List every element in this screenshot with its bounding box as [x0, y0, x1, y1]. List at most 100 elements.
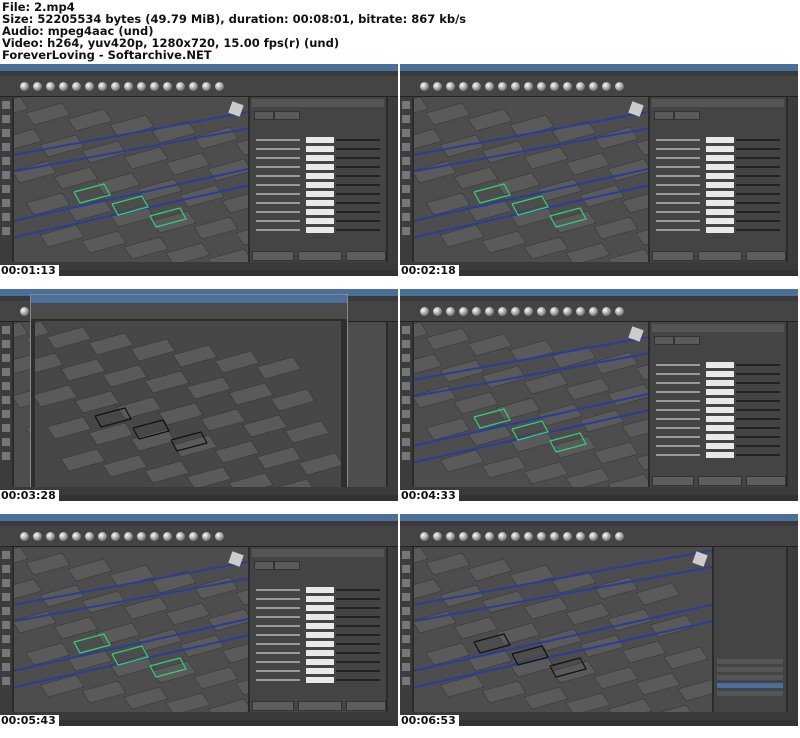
attribute-slider[interactable]: [336, 652, 380, 654]
shader-ball-icon[interactable]: [576, 307, 585, 316]
attribute-field[interactable]: [306, 605, 334, 611]
tool-icon[interactable]: [402, 143, 410, 151]
attribute-slider[interactable]: [736, 436, 780, 438]
shader-ball-icon[interactable]: [59, 532, 68, 541]
attribute-row[interactable]: [256, 155, 380, 161]
attribute-field[interactable]: [706, 173, 734, 179]
attribute-field[interactable]: [306, 227, 334, 233]
attribute-row[interactable]: [256, 623, 380, 629]
layer-row[interactable]: [717, 691, 783, 696]
attribute-slider[interactable]: [736, 382, 780, 384]
attribute-row[interactable]: [656, 164, 780, 170]
shader-ball-icon[interactable]: [550, 82, 559, 91]
attribute-editor-button[interactable]: [698, 476, 742, 486]
attribute-slider[interactable]: [336, 661, 380, 663]
attribute-slider[interactable]: [736, 220, 780, 222]
attribute-editor-button[interactable]: [252, 701, 294, 711]
attribute-slider[interactable]: [736, 202, 780, 204]
attribute-field[interactable]: [306, 155, 334, 161]
shader-ball-icon[interactable]: [472, 82, 481, 91]
shelf-toolbar[interactable]: [400, 301, 798, 322]
attribute-row[interactable]: [656, 218, 780, 224]
attribute-slider[interactable]: [336, 643, 380, 645]
side-tab-strip[interactable]: [788, 547, 798, 712]
attribute-slider[interactable]: [336, 139, 380, 141]
attribute-row[interactable]: [256, 137, 380, 143]
shader-ball-icon[interactable]: [163, 532, 172, 541]
attribute-field[interactable]: [706, 434, 734, 440]
attribute-slider[interactable]: [336, 148, 380, 150]
attribute-field[interactable]: [306, 137, 334, 143]
tool-icon[interactable]: [2, 227, 10, 235]
attribute-field[interactable]: [706, 218, 734, 224]
render-view-toolbar[interactable]: [31, 303, 347, 319]
attribute-row[interactable]: [656, 389, 780, 395]
tool-icon[interactable]: [402, 340, 410, 348]
time-slider[interactable]: [0, 487, 398, 495]
attribute-field[interactable]: [306, 614, 334, 620]
tool-icon[interactable]: [402, 157, 410, 165]
shader-ball-icon[interactable]: [98, 82, 107, 91]
tool-icon[interactable]: [2, 635, 10, 643]
layer-row[interactable]: [717, 667, 783, 672]
attribute-slider[interactable]: [336, 616, 380, 618]
shader-ball-icon[interactable]: [176, 532, 185, 541]
attribute-row[interactable]: [256, 668, 380, 674]
viewport-panel[interactable]: [14, 97, 248, 262]
tool-icon[interactable]: [2, 396, 10, 404]
tool-icon[interactable]: [2, 649, 10, 657]
shader-ball-icon[interactable]: [485, 82, 494, 91]
shader-ball-icon[interactable]: [511, 532, 520, 541]
attribute-row[interactable]: [656, 452, 780, 458]
viewport-panel[interactable]: [14, 547, 248, 712]
shelf-toolbar[interactable]: [400, 76, 798, 97]
tool-icon[interactable]: [402, 649, 410, 657]
shader-ball-icon[interactable]: [72, 532, 81, 541]
attribute-editor-button[interactable]: [698, 251, 742, 261]
attribute-row[interactable]: [656, 182, 780, 188]
shader-ball-icon[interactable]: [537, 307, 546, 316]
shelf-toolbar[interactable]: [0, 76, 398, 97]
attribute-row[interactable]: [656, 362, 780, 368]
attribute-slider[interactable]: [736, 364, 780, 366]
tool-icon[interactable]: [402, 452, 410, 460]
attribute-editor-button[interactable]: [252, 251, 294, 261]
attribute-row[interactable]: [256, 677, 380, 683]
attribute-slider[interactable]: [336, 589, 380, 591]
attribute-row[interactable]: [656, 443, 780, 449]
shader-ball-icon[interactable]: [563, 82, 572, 91]
shader-ball-icon[interactable]: [59, 82, 68, 91]
shader-ball-icon[interactable]: [189, 82, 198, 91]
shader-ball-icon[interactable]: [563, 532, 572, 541]
shader-ball-icon[interactable]: [189, 532, 198, 541]
tool-icon[interactable]: [2, 354, 10, 362]
attribute-row[interactable]: [656, 398, 780, 404]
side-tab-strip[interactable]: [388, 547, 398, 712]
tool-icon[interactable]: [402, 382, 410, 390]
attribute-slider[interactable]: [736, 229, 780, 231]
attribute-slider[interactable]: [736, 148, 780, 150]
attribute-field[interactable]: [306, 164, 334, 170]
shader-ball-icon[interactable]: [602, 82, 611, 91]
attribute-row[interactable]: [256, 659, 380, 665]
attribute-tab[interactable]: [254, 111, 274, 120]
shader-ball-icon[interactable]: [215, 532, 224, 541]
shader-ball-icon[interactable]: [202, 532, 211, 541]
attribute-row[interactable]: [656, 146, 780, 152]
attribute-field[interactable]: [306, 650, 334, 656]
attribute-row[interactable]: [256, 200, 380, 206]
shader-ball-icon[interactable]: [472, 307, 481, 316]
attribute-editor-button[interactable]: [298, 251, 342, 261]
side-tab-strip[interactable]: [788, 97, 798, 262]
attribute-field[interactable]: [306, 587, 334, 593]
range-slider[interactable]: [400, 720, 798, 726]
tool-icon[interactable]: [2, 199, 10, 207]
attribute-field[interactable]: [706, 452, 734, 458]
attribute-slider[interactable]: [736, 409, 780, 411]
shader-ball-icon[interactable]: [524, 82, 533, 91]
time-slider[interactable]: [400, 487, 798, 495]
shader-ball-icon[interactable]: [420, 82, 429, 91]
attribute-slider[interactable]: [736, 175, 780, 177]
attribute-field[interactable]: [306, 668, 334, 674]
shader-ball-icon[interactable]: [111, 82, 120, 91]
